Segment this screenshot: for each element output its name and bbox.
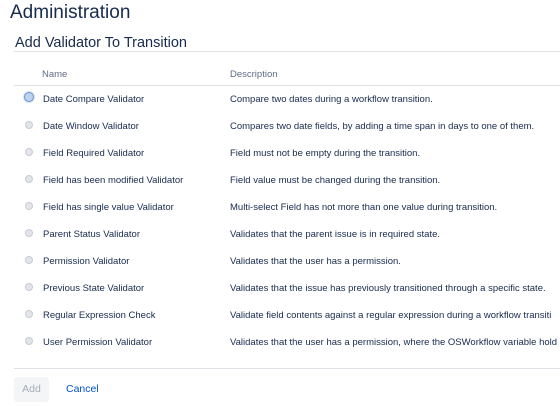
column-header-name: Name (42, 69, 68, 80)
validator-row[interactable]: Field Required Validator Field must not … (0, 140, 560, 167)
validator-radio[interactable] (25, 229, 33, 237)
validator-name: Parent Status Validator (43, 229, 140, 240)
footer-divider (14, 368, 560, 369)
validator-description: Compare two dates during a workflow tran… (230, 94, 433, 105)
validator-row[interactable]: Date Window Validator Compares two date … (0, 113, 560, 140)
validator-row[interactable]: Field has been modified Validator Field … (0, 167, 560, 194)
validator-description: Multi-select Field has not more than one… (230, 202, 498, 213)
validator-name: User Permission Validator (43, 337, 153, 348)
validator-description: Field must not be empty during the trans… (230, 148, 421, 159)
validator-name: Previous State Validator (43, 283, 145, 294)
section-title: Add Validator To Transition (15, 35, 187, 51)
validator-name: Field Required Validator (43, 148, 145, 159)
validator-row[interactable]: Date Compare Validator Compare two dates… (0, 86, 560, 113)
validator-name: Field has been modified Validator (43, 175, 184, 186)
cancel-link[interactable]: Cancel (66, 377, 99, 402)
validator-radio[interactable] (25, 283, 33, 291)
validator-radio[interactable] (24, 92, 34, 102)
page-title: Administration (10, 2, 131, 23)
validator-description: Compares two date fields, by adding a ti… (230, 121, 535, 132)
validator-row[interactable]: Regular Expression Check Validate field … (0, 302, 560, 329)
validator-radio[interactable] (25, 148, 33, 156)
validator-name: Permission Validator (43, 256, 130, 267)
validator-row[interactable]: Field has single value Validator Multi-s… (0, 194, 560, 221)
validator-row[interactable]: User Permission Validator Validates that… (0, 329, 560, 356)
validator-radio[interactable] (25, 121, 33, 129)
column-header-description: Description (230, 69, 278, 80)
validator-radio[interactable] (25, 337, 33, 345)
validator-radio[interactable] (25, 256, 33, 264)
title-divider (14, 51, 560, 52)
validator-radio[interactable] (25, 175, 33, 183)
validator-name: Regular Expression Check (43, 310, 156, 321)
validator-name: Field has single value Validator (43, 202, 174, 213)
validator-description: Validates that the user has a permission… (230, 256, 401, 267)
validator-row[interactable]: Parent Status Validator Validates that t… (0, 221, 560, 248)
validator-name: Date Window Validator (43, 121, 139, 132)
validator-description: Validates that the parent issue is in re… (230, 229, 441, 240)
validator-row[interactable]: Permission Validator Validates that the … (0, 248, 560, 275)
validator-list: Date Compare Validator Compare two dates… (0, 86, 560, 356)
validator-description: Validates that the issue has previously … (230, 283, 546, 294)
add-validator-page: Administration Add Validator To Transiti… (0, 0, 560, 406)
validator-name: Date Compare Validator (43, 94, 145, 105)
validator-row[interactable]: Previous State Validator Validates that … (0, 275, 560, 302)
validator-description: Validate field contents against a regula… (230, 310, 552, 321)
add-button[interactable]: Add (14, 377, 49, 402)
validator-description: Validates that the user has a permission… (230, 337, 558, 348)
validator-radio[interactable] (25, 202, 33, 210)
validator-description: Field value must be changed during the t… (230, 175, 441, 186)
validator-radio[interactable] (25, 310, 33, 318)
